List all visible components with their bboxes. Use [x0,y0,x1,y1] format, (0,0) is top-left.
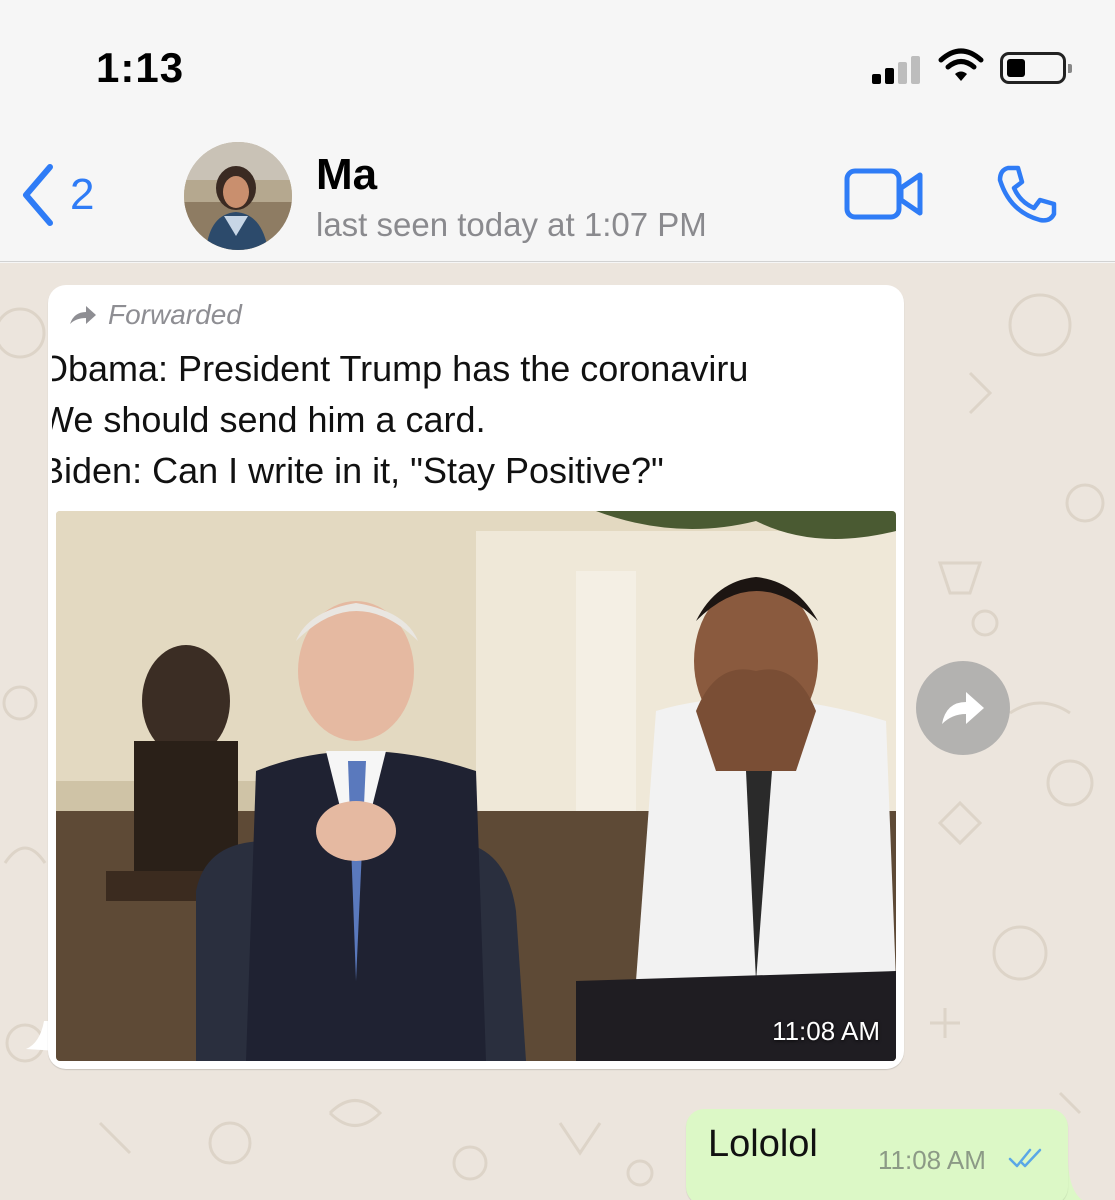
meme-line: Biden: Can I write in it, "Stay Positive… [52,450,664,491]
voice-call-button[interactable] [994,164,1058,229]
outgoing-message-text: Lololol [708,1123,818,1165]
back-button[interactable]: 2 [20,160,94,230]
outgoing-timestamp: 11:08 AM [878,1145,986,1175]
contact-name[interactable]: Ma [316,150,377,200]
forward-arrow-icon [70,306,96,324]
meme-line: Obama: President Trump has the coronavir… [52,348,749,389]
video-camera-icon [844,168,923,220]
chat-header: 2 Ma last seen today at 1:07 PM [0,130,1115,262]
forwarded-label: Forwarded [108,299,242,330]
video-call-button[interactable] [844,168,924,225]
share-forward-icon [942,692,984,724]
status-time: 1:13 [96,44,185,91]
meme-line: We should send him a card. [52,399,486,440]
wifi-icon [938,48,984,89]
chat-area[interactable]: Forwarded Obama: President Trump has the… [0,263,1115,1200]
contact-avatar[interactable] [184,142,292,250]
phone-icon [997,165,1057,223]
cellular-signal-icon [872,54,926,84]
double-check-icon [1008,1148,1042,1168]
meme-caption: Obama: President Trump has the coronavir… [52,343,898,503]
incoming-message-bubble[interactable]: Forwarded Obama: President Trump has the… [48,285,904,1069]
share-forward-button[interactable] [916,661,1010,755]
unread-count: 2 [70,170,95,219]
forwarded-indicator: Forwarded [68,299,242,331]
meme-photo[interactable]: 11:08 AM [56,511,896,1061]
incoming-timestamp: 11:08 AM [772,1016,880,1046]
last-seen-status: last seen today at 1:07 PM [316,206,707,243]
outgoing-message-bubble[interactable]: Lololol 11:08 AM [686,1109,1068,1200]
status-bar: 1:13 [0,0,1115,130]
chevron-left-icon [23,164,53,226]
battery-icon [1000,52,1072,84]
